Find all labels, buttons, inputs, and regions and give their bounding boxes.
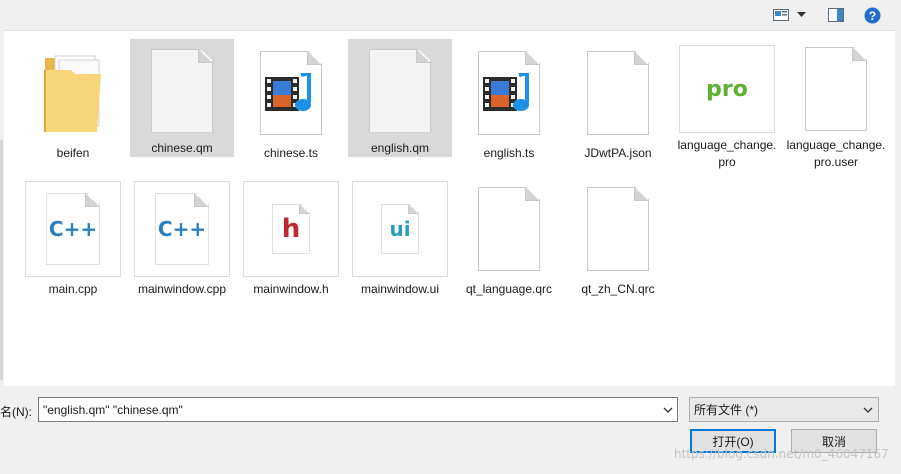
file-name: qt_language.qrc <box>465 282 553 296</box>
file-name: mainwindow.h <box>253 282 329 296</box>
file-name: english.qm <box>370 141 430 155</box>
h-badge: h <box>281 214 301 244</box>
document-icon <box>570 45 666 141</box>
file-item-language-change-pro-user[interactable]: language_change.pro.user <box>784 39 888 171</box>
preview-pane-icon[interactable] <box>826 5 846 25</box>
file-item-qt-zh-cn-qrc[interactable]: qt_zh_CN.qrc <box>566 175 670 307</box>
ui-file-icon: ui <box>352 181 448 277</box>
filename-input[interactable]: "english.qm" "chinese.qm" <box>39 403 659 417</box>
file-item-chinese-ts[interactable]: chinese.ts <box>239 39 343 171</box>
document-icon <box>788 45 884 133</box>
file-name: JDwtPA.json <box>584 146 652 160</box>
chevron-down-icon[interactable] <box>858 407 878 413</box>
file-item-language-change-pro[interactable]: pro language_change.pro <box>675 39 779 171</box>
file-list-pane[interactable]: beifen chinese.qm chinese.ts english.qm <box>4 30 895 386</box>
file-item-mainwindow-ui[interactable]: ui mainwindow.ui <box>348 175 452 307</box>
folder-icon <box>25 45 121 141</box>
document-icon <box>134 45 230 136</box>
ui-badge: ui <box>389 217 411 241</box>
file-item-main-cpp[interactable]: C++ main.cpp <box>21 175 125 307</box>
document-icon <box>461 181 557 277</box>
file-item-chinese-qm[interactable]: chinese.qm <box>130 39 234 157</box>
header-file-icon: h <box>243 181 339 277</box>
file-name: beifen <box>56 146 90 160</box>
file-name: mainwindow.ui <box>360 282 440 296</box>
cpp-badge: C++ <box>48 217 98 241</box>
file-item-beifen[interactable]: beifen <box>21 39 125 171</box>
file-name: language_change.pro.user <box>786 138 886 169</box>
file-name: chinese.ts <box>263 146 319 160</box>
cpp-file-icon: C++ <box>134 181 230 277</box>
chevron-down-icon[interactable] <box>794 5 808 25</box>
file-name: chinese.qm <box>151 141 213 155</box>
view-mode-icon[interactable] <box>772 5 790 25</box>
file-type-select[interactable]: 所有文件 (*) <box>689 397 879 422</box>
file-item-mainwindow-cpp[interactable]: C++ mainwindow.cpp <box>130 175 234 307</box>
file-name: mainwindow.cpp <box>137 282 227 296</box>
right-edge <box>895 30 901 386</box>
file-name: main.cpp <box>48 282 98 296</box>
pro-file-icon: pro <box>679 45 775 133</box>
cpp-file-icon: C++ <box>25 181 121 277</box>
media-file-icon <box>243 45 339 141</box>
document-icon <box>570 181 666 277</box>
file-item-qt-language-qrc[interactable]: qt_language.qrc <box>457 175 561 307</box>
help-icon[interactable]: ? <box>862 5 882 25</box>
file-item-english-qm[interactable]: english.qm <box>348 39 452 157</box>
filename-combobox[interactable]: "english.qm" "chinese.qm" <box>38 397 678 422</box>
filename-label: 名(N): <box>0 405 32 419</box>
chevron-down-icon[interactable] <box>659 398 677 421</box>
toolbar: ? <box>0 0 901 30</box>
help-glyph: ? <box>868 9 875 23</box>
media-file-icon <box>461 45 557 141</box>
file-type-value: 所有文件 (*) <box>694 403 758 417</box>
file-name: qt_zh_CN.qrc <box>581 282 655 296</box>
pro-badge: pro <box>706 76 748 102</box>
cpp-badge: C++ <box>157 217 207 241</box>
watermark: https://blog.csdn.net/m0_46047167 <box>674 447 889 461</box>
file-item-mainwindow-h[interactable]: h mainwindow.h <box>239 175 343 307</box>
file-name: english.ts <box>483 146 535 160</box>
file-item-english-ts[interactable]: english.ts <box>457 39 561 171</box>
document-icon <box>352 45 448 136</box>
file-item-jdwtpa-json[interactable]: JDwtPA.json <box>566 39 670 171</box>
file-name: language_change.pro <box>677 138 777 169</box>
